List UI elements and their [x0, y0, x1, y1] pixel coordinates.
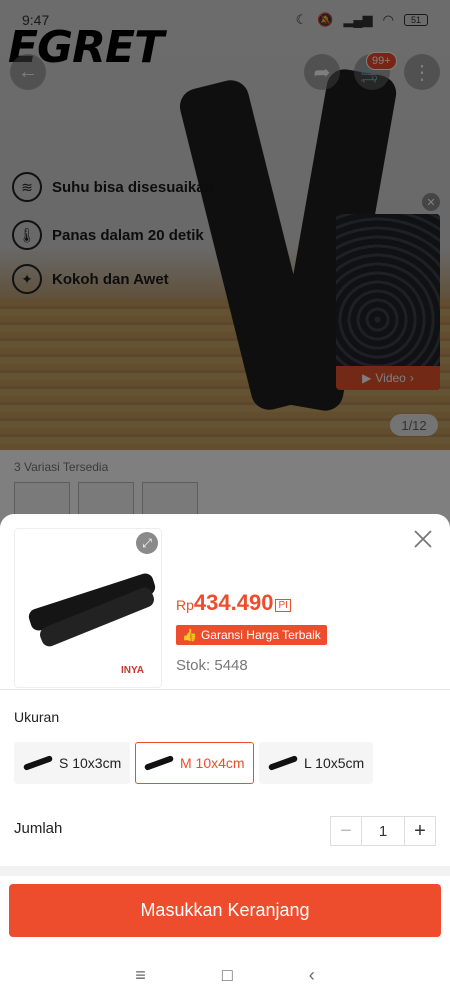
add-to-cart-button[interactable]: Masukkan Keranjang — [9, 884, 441, 937]
price-info-tag: PI — [275, 599, 291, 613]
quantity-stepper: − 1 + — [330, 816, 436, 846]
option-label: L 10x5cm — [304, 755, 365, 771]
quantity-label: Jumlah — [14, 820, 63, 837]
option-label: S 10x3cm — [59, 755, 122, 771]
divider — [0, 689, 450, 690]
product-logo: INYA — [121, 665, 144, 676]
straightener-icon — [142, 750, 176, 776]
size-option-l[interactable]: L 10x5cm — [259, 742, 374, 784]
price-value: 434.490 — [193, 590, 274, 615]
screen: ≋ Suhu bisa disesuaikan 🌡 Panas dalam 20… — [0, 0, 450, 1000]
variant-bottom-sheet: INYA ⤢ Rp434.490 PI 👍 Garansi Harga Terba… — [0, 514, 450, 1000]
expand-icon[interactable]: ⤢ — [136, 532, 158, 554]
straightener-icon — [266, 750, 300, 776]
close-icon[interactable] — [412, 528, 434, 550]
back-icon[interactable]: ‹ — [309, 965, 315, 986]
system-nav-bar: ≡ □ ‹ — [0, 950, 450, 1000]
size-label: Ukuran — [14, 709, 60, 725]
guarantee-badge: 👍 Garansi Harga Terbaik — [176, 625, 327, 645]
guarantee-label: Garansi Harga Terbaik — [200, 628, 321, 642]
menu-icon[interactable]: ≡ — [135, 965, 146, 986]
size-option-m[interactable]: M 10x4cm — [135, 742, 254, 784]
straightener-icon — [21, 750, 55, 776]
quantity-value[interactable]: 1 — [361, 817, 405, 845]
increment-button[interactable]: + — [405, 817, 435, 845]
section-separator — [0, 866, 450, 876]
home-icon[interactable]: □ — [222, 965, 233, 986]
option-label: M 10x4cm — [180, 755, 245, 771]
decrement-button[interactable]: − — [331, 817, 361, 845]
price: Rp434.490 PI — [176, 590, 291, 616]
stock-count: Stok: 5448 — [176, 657, 248, 674]
price-currency: Rp — [176, 597, 194, 613]
size-option-s[interactable]: S 10x3cm — [14, 742, 131, 784]
thumbs-up-icon: 👍 — [182, 628, 197, 642]
